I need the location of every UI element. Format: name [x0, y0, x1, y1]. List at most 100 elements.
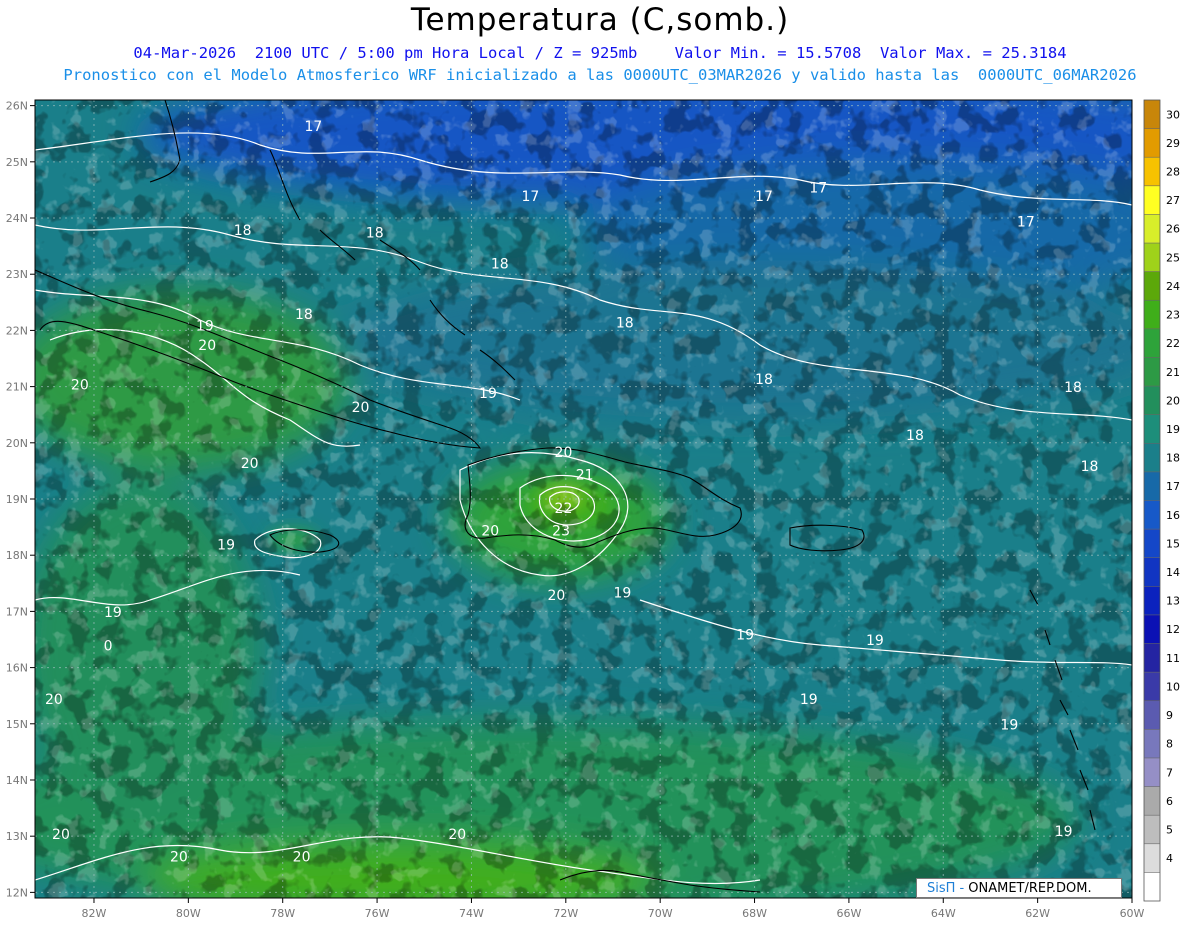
colorbar-level: 21	[1166, 366, 1180, 379]
contour-label: 18	[234, 223, 252, 239]
colorbar-level: 19	[1166, 423, 1180, 436]
contour-label: 17	[755, 189, 773, 205]
colorbar-level: 16	[1166, 509, 1180, 522]
colorbar: 30 29 28 27 26 25 24 23 22 21 20 19 18 17 16 15 14 13 12 11…	[1143, 99, 1180, 902]
colorbar-segment	[1144, 300, 1160, 330]
colorbar-segment	[1144, 386, 1160, 415]
lon-label: 72W	[553, 907, 578, 920]
contour-label: 20	[481, 524, 499, 540]
lat-label: 18N	[6, 549, 28, 562]
contour-label: 20	[198, 338, 216, 354]
contour-label: 18	[906, 428, 924, 444]
lon-label: 68W	[742, 907, 767, 920]
lat-label: 12N	[6, 886, 28, 899]
lon-label: 78W	[270, 907, 295, 920]
colorbar-level: 29	[1166, 137, 1180, 150]
colorbar-segment	[1144, 700, 1160, 730]
lat-label: 16N	[6, 662, 28, 675]
contour-label: 18	[366, 226, 384, 242]
lat-label: 19N	[6, 493, 28, 506]
contour-label: 18	[616, 316, 634, 332]
colorbar-level: 26	[1166, 223, 1180, 236]
colorbar-segment	[1144, 757, 1160, 787]
org-label: ONAMET/REP.DOM.	[968, 880, 1092, 896]
contour-label: 20	[71, 377, 89, 393]
colorbar-segment	[1144, 529, 1160, 559]
colorbar-level: 25	[1166, 251, 1180, 264]
colorbar-segment	[1144, 328, 1160, 358]
colorbar-segment	[1144, 500, 1160, 530]
lat-label: 15N	[6, 718, 28, 731]
colorbar-segment	[1144, 243, 1160, 272]
colorbar-level: 7	[1166, 766, 1173, 779]
colorbar-segment	[1144, 185, 1160, 215]
contour-label: 23	[552, 524, 570, 540]
contour-label: 18	[295, 307, 313, 323]
colorbar-level: 11	[1166, 652, 1180, 665]
contour-label: 20	[293, 849, 311, 865]
colorbar-level: 13	[1166, 595, 1180, 608]
colorbar-level: 4	[1166, 852, 1173, 865]
contour-label: 19	[104, 605, 122, 621]
colorbar-level: 28	[1166, 166, 1180, 179]
contour-label: 19	[479, 386, 497, 402]
contour-speckle	[35, 100, 1132, 898]
colorbar-segment	[1144, 815, 1160, 845]
contour-label: 20	[170, 849, 188, 865]
contour-label: 19	[1055, 824, 1073, 840]
contour-label: 19	[866, 633, 884, 649]
colorbar-segment	[1144, 471, 1160, 501]
lon-label: 76W	[365, 907, 390, 920]
colorbar-segment	[1144, 586, 1160, 616]
contour-label: 20	[241, 456, 259, 472]
model-info-line: Pronostico con el Modelo Atmosferico WRF…	[63, 66, 1137, 84]
colorbar-level: 8	[1166, 738, 1173, 751]
colorbar-level: 6	[1166, 795, 1173, 808]
contour-label: 22	[555, 501, 573, 517]
lon-label: 62W	[1025, 907, 1050, 920]
colorbar-segment	[1144, 872, 1160, 902]
colorbar-level: 24	[1166, 280, 1180, 293]
lat-label: 25N	[6, 156, 28, 169]
contour-label: 20	[352, 400, 370, 416]
contour-label: 20	[52, 827, 70, 843]
contour-label: 19	[736, 627, 754, 643]
forecast-time-line: 04-Mar-2026 2100 UTC / 5:00 pm Hora Loca…	[133, 44, 1067, 62]
lon-label: 70W	[648, 907, 673, 920]
lon-label: 80W	[176, 907, 201, 920]
contour-label: 19	[217, 538, 235, 554]
colorbar-level: 17	[1166, 480, 1180, 493]
colorbar-segment	[1144, 643, 1160, 673]
colorbar-segment	[1144, 843, 1160, 873]
colorbar-segment	[1144, 128, 1160, 158]
lat-label: 17N	[6, 605, 28, 618]
lon-label: 64W	[931, 907, 956, 920]
colorbar-level: 14	[1166, 566, 1180, 579]
lat-label: 24N	[6, 212, 28, 225]
colorbar-segment	[1144, 614, 1160, 644]
contour-label: 20	[547, 588, 565, 604]
colorbar-segment	[1144, 100, 1160, 129]
contour-label: 18	[1081, 459, 1099, 475]
lon-label: 74W	[459, 907, 484, 920]
contour-label: 19	[800, 692, 818, 708]
lat-label: 22N	[6, 324, 28, 337]
credit-box: SisΠ - ONAMET/REP.DOM.	[916, 878, 1122, 898]
lat-label: 14N	[6, 774, 28, 787]
colorbar-segment	[1144, 357, 1160, 387]
colorbar-level: 18	[1166, 452, 1180, 465]
contour-label: 19	[196, 318, 214, 334]
colorbar-level: 23	[1166, 309, 1180, 322]
colorbar-segment	[1144, 557, 1160, 587]
brand-label: SisΠ -	[927, 880, 965, 896]
colorbar-segment	[1144, 786, 1160, 816]
colorbar-level: 30	[1166, 108, 1180, 121]
colorbar-level: 15	[1166, 537, 1180, 550]
colorbar-level: 10	[1166, 680, 1180, 693]
colorbar-segment	[1144, 729, 1160, 759]
lat-label: 23N	[6, 268, 28, 281]
temperature-map: 26N 25N 24N 23N 22N 21N 20N 19N 18N 17N 16N 15N 14N 1…	[6, 99, 1180, 920]
contour-label: 20	[45, 692, 63, 708]
contour-label: 17	[1017, 214, 1035, 230]
colorbar-level: 12	[1166, 623, 1180, 636]
